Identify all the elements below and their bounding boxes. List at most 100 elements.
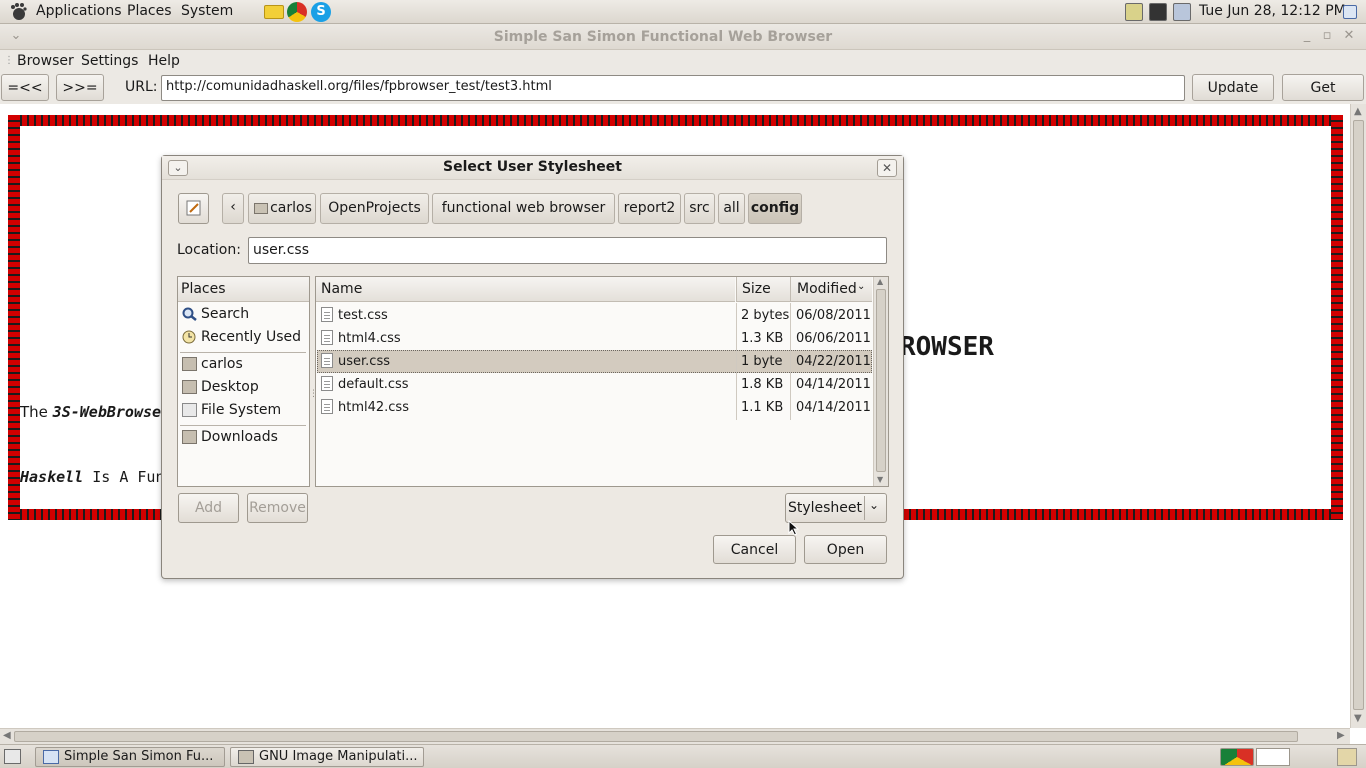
menu-browser[interactable]: Browser <box>17 53 74 69</box>
scroll-up-icon[interactable]: ▲ <box>1354 106 1362 117</box>
file-list-scroll-thumb[interactable] <box>876 289 886 472</box>
url-toolbar: =<< >>= URL: http://comunidadhaskell.org… <box>0 72 1366 104</box>
file-list-scrollbar[interactable]: ▲ ▼ <box>873 277 888 486</box>
url-input[interactable]: http://comunidadhaskell.org/files/fpbrow… <box>161 75 1185 101</box>
taskbar-item-browser[interactable]: Simple San Simon Fu... <box>35 747 225 767</box>
location-input[interactable]: user.css <box>248 237 887 264</box>
chevron-down-icon: ⌄ <box>869 498 880 512</box>
breadcrumb-all[interactable]: all <box>718 193 745 224</box>
gnome-foot-icon[interactable] <box>8 2 28 22</box>
scroll-left-icon[interactable]: ◀ <box>3 730 11 741</box>
back-button[interactable]: =<< <box>1 74 49 101</box>
horizontal-scrollbar[interactable]: ◀ ▶ <box>0 728 1350 744</box>
column-header-size[interactable]: Size <box>736 277 790 302</box>
breadcrumb-functional-web-browser[interactable]: functional web browser <box>432 193 615 224</box>
menu-settings[interactable]: Settings <box>81 53 138 69</box>
breadcrumb-openprojects[interactable]: OpenProjects <box>320 193 429 224</box>
vertical-scrollbar[interactable]: ▲ ▼ <box>1350 104 1366 728</box>
dialog-close-icon[interactable]: ✕ <box>877 159 897 177</box>
breadcrumb-report2[interactable]: report2 <box>618 193 681 224</box>
scroll-right-icon[interactable]: ▶ <box>1337 730 1345 741</box>
show-desktop-button-icon[interactable] <box>4 749 21 764</box>
type-location-button[interactable] <box>178 193 209 224</box>
places-pane: Places Search Recently Used carlos Deskt… <box>177 276 310 487</box>
file-row[interactable]: html42.css 1.1 KB 04/14/2011 <box>317 396 872 419</box>
place-desktop[interactable]: Desktop <box>180 377 307 399</box>
places-menu[interactable]: Places <box>127 3 172 19</box>
file-row-selected[interactable]: user.css 1 byte 04/22/2011 <box>317 350 872 373</box>
dialog-menu-chevron-icon[interactable]: ⌄ <box>168 160 188 176</box>
text-file-icon <box>321 307 333 322</box>
place-carlos[interactable]: carlos <box>180 354 307 376</box>
breadcrumb-config[interactable]: config <box>748 193 802 224</box>
maximize-icon[interactable]: ▫ <box>1319 28 1335 44</box>
menu-help[interactable]: Help <box>148 53 180 69</box>
trash-icon[interactable] <box>1337 748 1357 766</box>
select-divider <box>864 496 865 520</box>
file-list-scroll-down-icon[interactable]: ▼ <box>877 475 883 484</box>
place-downloads[interactable]: Downloads <box>180 427 307 449</box>
update-button[interactable]: Update <box>1192 74 1274 101</box>
breadcrumb-carlos[interactable]: carlos <box>248 193 316 224</box>
monitor-tray-icon[interactable] <box>1125 3 1143 21</box>
location-label: Location: <box>177 242 241 258</box>
home-icon <box>254 203 268 214</box>
scroll-down-icon[interactable]: ▼ <box>1354 713 1362 724</box>
open-button[interactable]: Open <box>804 535 887 564</box>
skype-launcher-icon[interactable]: S <box>311 2 331 22</box>
file-row[interactable]: default.css 1.8 KB 04/14/2011 <box>317 373 872 396</box>
horizontal-scroll-thumb[interactable] <box>14 731 1298 742</box>
show-desktop-icon[interactable] <box>1343 5 1357 19</box>
page-line-2-bold: Haskell <box>20 468 84 486</box>
file-list-scroll-up-icon[interactable]: ▲ <box>877 277 883 286</box>
column-divider <box>790 303 791 420</box>
home-folder-icon <box>182 357 197 371</box>
page-line-2: Haskell Is A Fun <box>20 468 165 486</box>
chrome-launcher-icon[interactable] <box>287 2 307 22</box>
place-search[interactable]: Search <box>180 304 307 326</box>
file-row[interactable]: html4.css 1.3 KB 06/06/2011 <box>317 327 872 350</box>
vertical-scroll-thumb[interactable] <box>1353 120 1364 710</box>
get-button[interactable]: Get <box>1282 74 1364 101</box>
file-size: 1.1 KB <box>741 400 784 415</box>
file-filter-select[interactable]: Stylesheet ⌄ <box>785 493 887 523</box>
mouse-pointer-icon <box>788 520 799 536</box>
page-border-left <box>8 115 20 520</box>
sort-chevron-down-icon: ⌄ <box>857 281 866 292</box>
close-window-icon[interactable]: ✕ <box>1341 28 1357 44</box>
folder-icon <box>182 430 197 444</box>
breadcrumb-scroll-left-icon[interactable]: ‹ <box>222 193 244 224</box>
network-tray-icon[interactable] <box>1149 3 1167 21</box>
forward-button[interactable]: >>= <box>56 74 104 101</box>
bottom-panel: Simple San Simon Fu... GNU Image Manipul… <box>0 744 1366 768</box>
page-line-1-bold: 3S-WebBrowse <box>52 403 162 421</box>
clock[interactable]: Tue Jun 28, 12:12 PM <box>1199 3 1346 19</box>
menubar-grip-icon: ⋮ <box>4 55 14 66</box>
workspace-2[interactable] <box>1256 748 1290 766</box>
place-label: carlos <box>201 356 243 372</box>
battery-tray-icon[interactable] <box>1173 3 1191 21</box>
column-header-name[interactable]: Name <box>316 277 735 302</box>
gimp-icon <box>238 750 254 764</box>
minimize-icon[interactable]: _ <box>1299 28 1315 44</box>
place-label: Recently Used <box>201 329 302 345</box>
file-list-pane: Name Size Modified ⌄ test.css 2 bytes 06… <box>315 276 889 487</box>
file-size: 1.8 KB <box>741 377 784 392</box>
workspace-1-chrome-icon[interactable] <box>1220 748 1254 766</box>
place-label: Desktop <box>201 379 259 395</box>
breadcrumb-src[interactable]: src <box>684 193 715 224</box>
places-header[interactable]: Places <box>178 277 309 302</box>
notes-launcher-icon[interactable] <box>264 5 284 19</box>
remove-bookmark-button[interactable]: Remove <box>247 493 308 523</box>
place-file-system[interactable]: File System <box>180 400 307 422</box>
file-name: user.css <box>338 354 390 369</box>
cancel-button[interactable]: Cancel <box>713 535 796 564</box>
place-recently-used[interactable]: Recently Used <box>180 327 307 349</box>
add-bookmark-button[interactable]: Add <box>178 493 239 523</box>
system-menu[interactable]: System <box>181 3 233 19</box>
file-row[interactable]: test.css 2 bytes 06/08/2011 <box>317 304 872 327</box>
column-header-modified[interactable]: Modified ⌄ <box>790 277 872 302</box>
taskbar-item-gimp[interactable]: GNU Image Manipulati... <box>230 747 424 767</box>
file-name: html4.css <box>338 331 401 346</box>
applications-menu[interactable]: Applications <box>36 3 122 19</box>
